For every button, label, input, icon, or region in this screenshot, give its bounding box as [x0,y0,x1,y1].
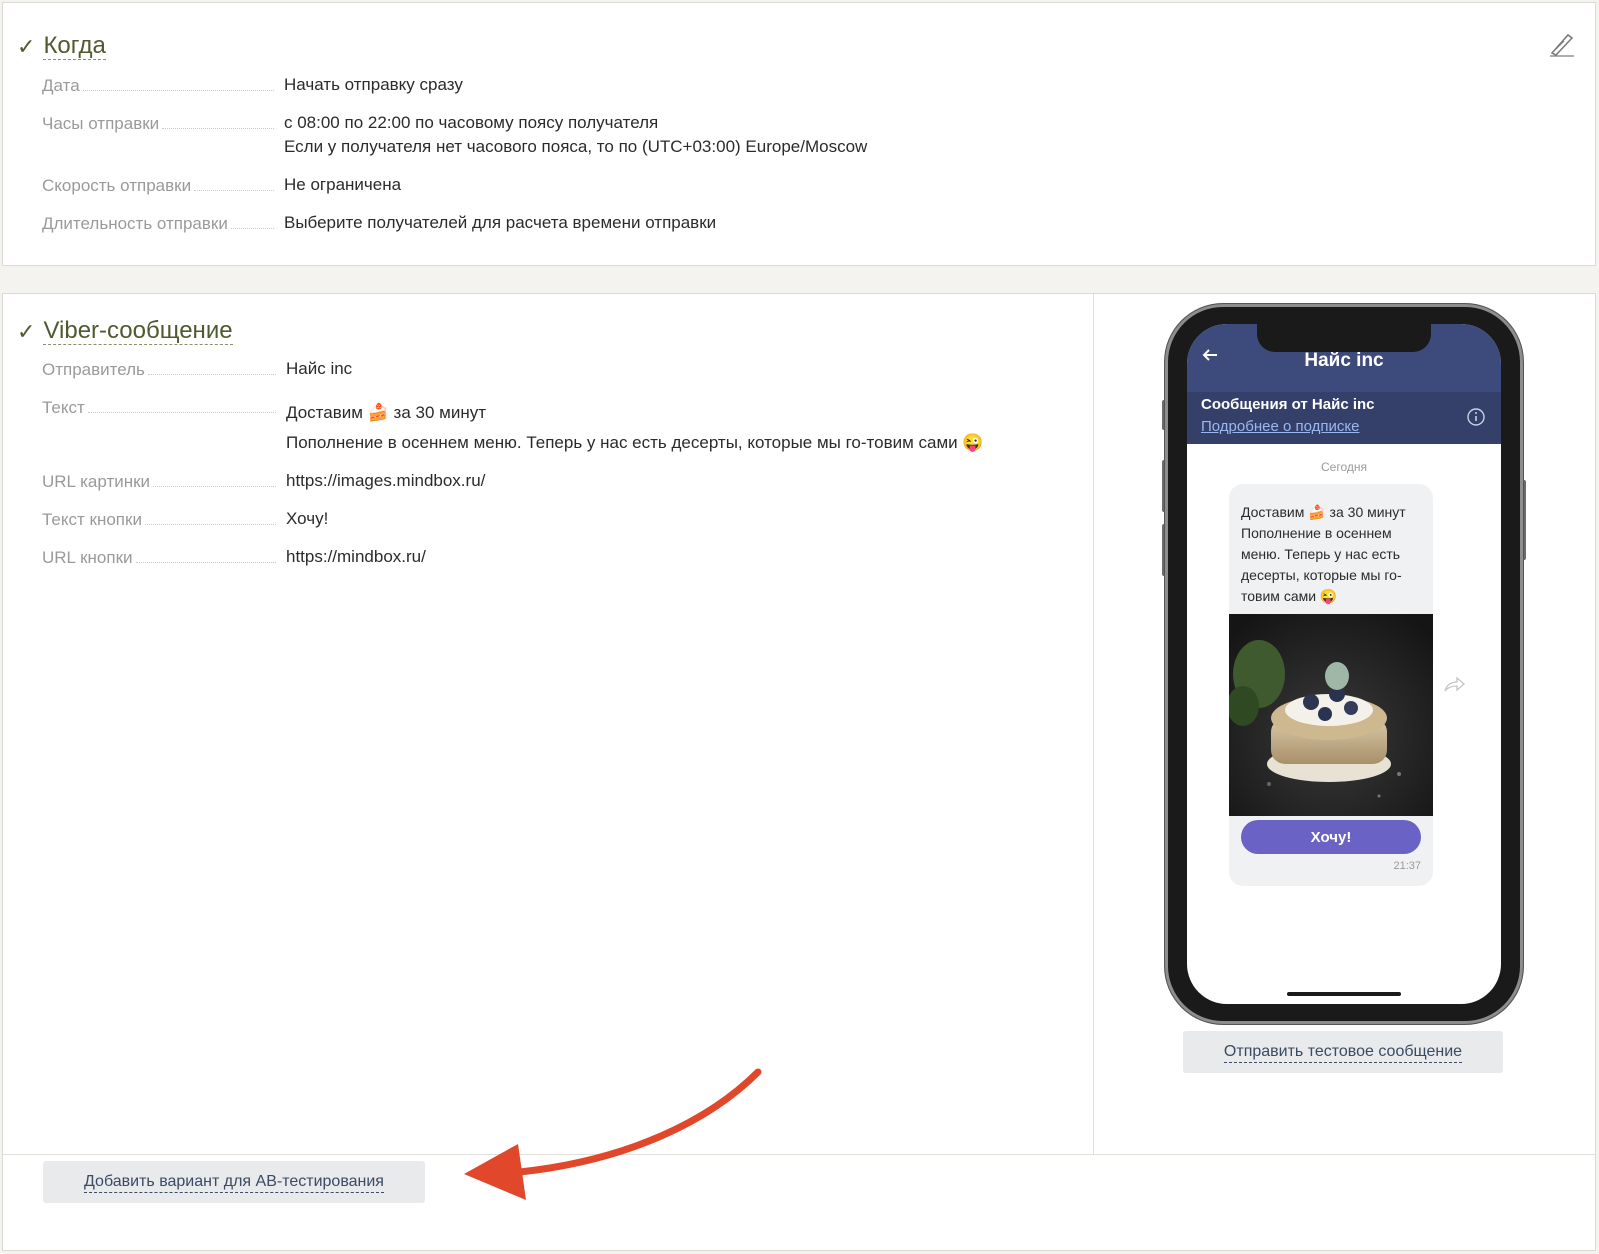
chat-title: Найс inc [1304,350,1384,371]
send-speed-value: Не ограничена [284,175,402,194]
share-arrow-icon[interactable] [1443,676,1465,694]
image-url-label: URL картинки [42,472,276,492]
date-value: Начать отправку сразу [284,75,463,94]
date-label: Дата [42,76,274,96]
message-bubble: Доставим 🍰 за 30 минут Пополнение в осен… [1229,484,1433,886]
image-url-value: https://images.mindbox.ru/ [286,471,486,490]
footer-divider [3,1154,1595,1155]
phone-screen: Найс inc Сообщения от Найс inc Подробнее… [1187,324,1501,1004]
text-label: Текст [42,398,276,418]
column-divider [1093,294,1094,1154]
pen-edit-icon[interactable] [1546,29,1576,59]
send-duration-label: Длительность отправки [42,214,274,234]
message-time: 21:37 [1393,860,1421,872]
info-icon[interactable] [1467,408,1485,426]
send-speed-label: Скорость отправки [42,176,274,196]
send-hours-timezone-note: Если у получателя нет часового пояса, то… [284,137,868,156]
message-text: Доставим 🍰 за 30 минут Пополнение в осен… [1241,504,1406,604]
viber-section-header[interactable]: ✓ Viber-сообщение [17,318,233,345]
button-text-label: Текст кнопки [42,510,276,530]
send-test-message-button[interactable]: Отправить тестовое сообщение [1183,1031,1503,1073]
text-value-line1: Доставим 🍰 за 30 минут [286,403,486,422]
home-indicator [1287,992,1401,996]
sender-label: Отправитель [42,360,276,380]
button-text-value: Хочу! [286,509,329,528]
annotation-arrow-icon [464,1068,762,1200]
message-cta-button[interactable]: Хочу! [1241,820,1421,854]
text-value-line2: Пополнение в осеннем меню. Теперь у нас … [286,433,984,452]
when-section: ✓ Когда Дата Начать отправку сразу Часы … [2,2,1596,266]
check-icon: ✓ [17,318,36,344]
button-url-value: https://mindbox.ru/ [286,547,426,566]
when-section-title[interactable]: Когда [43,33,106,60]
when-section-header[interactable]: ✓ Когда [17,33,106,60]
subscription-title: Сообщения от Найс inc [1201,396,1375,413]
subscription-details-link[interactable]: Подробнее о подписке [1201,418,1359,435]
send-hours-label: Часы отправки [42,114,274,134]
send-hours-value: с 08:00 по 22:00 по часовому поясу получ… [284,113,659,132]
phone-preview: Найс inc Сообщения от Найс inc Подробнее… [1165,304,1523,1024]
send-duration-value: Выберите получателей для расчета времени… [284,213,717,232]
add-ab-variant-button[interactable]: Добавить вариант для АВ-тестирования [43,1161,425,1203]
viber-section-title[interactable]: Viber-сообщение [43,318,233,345]
dessert-image [1229,614,1433,816]
day-separator: Сегодня [1321,460,1367,474]
phone-notch [1257,324,1431,352]
sender-value: Найс inc [286,359,353,378]
button-url-label: URL кнопки [42,548,276,568]
check-icon: ✓ [17,33,36,59]
